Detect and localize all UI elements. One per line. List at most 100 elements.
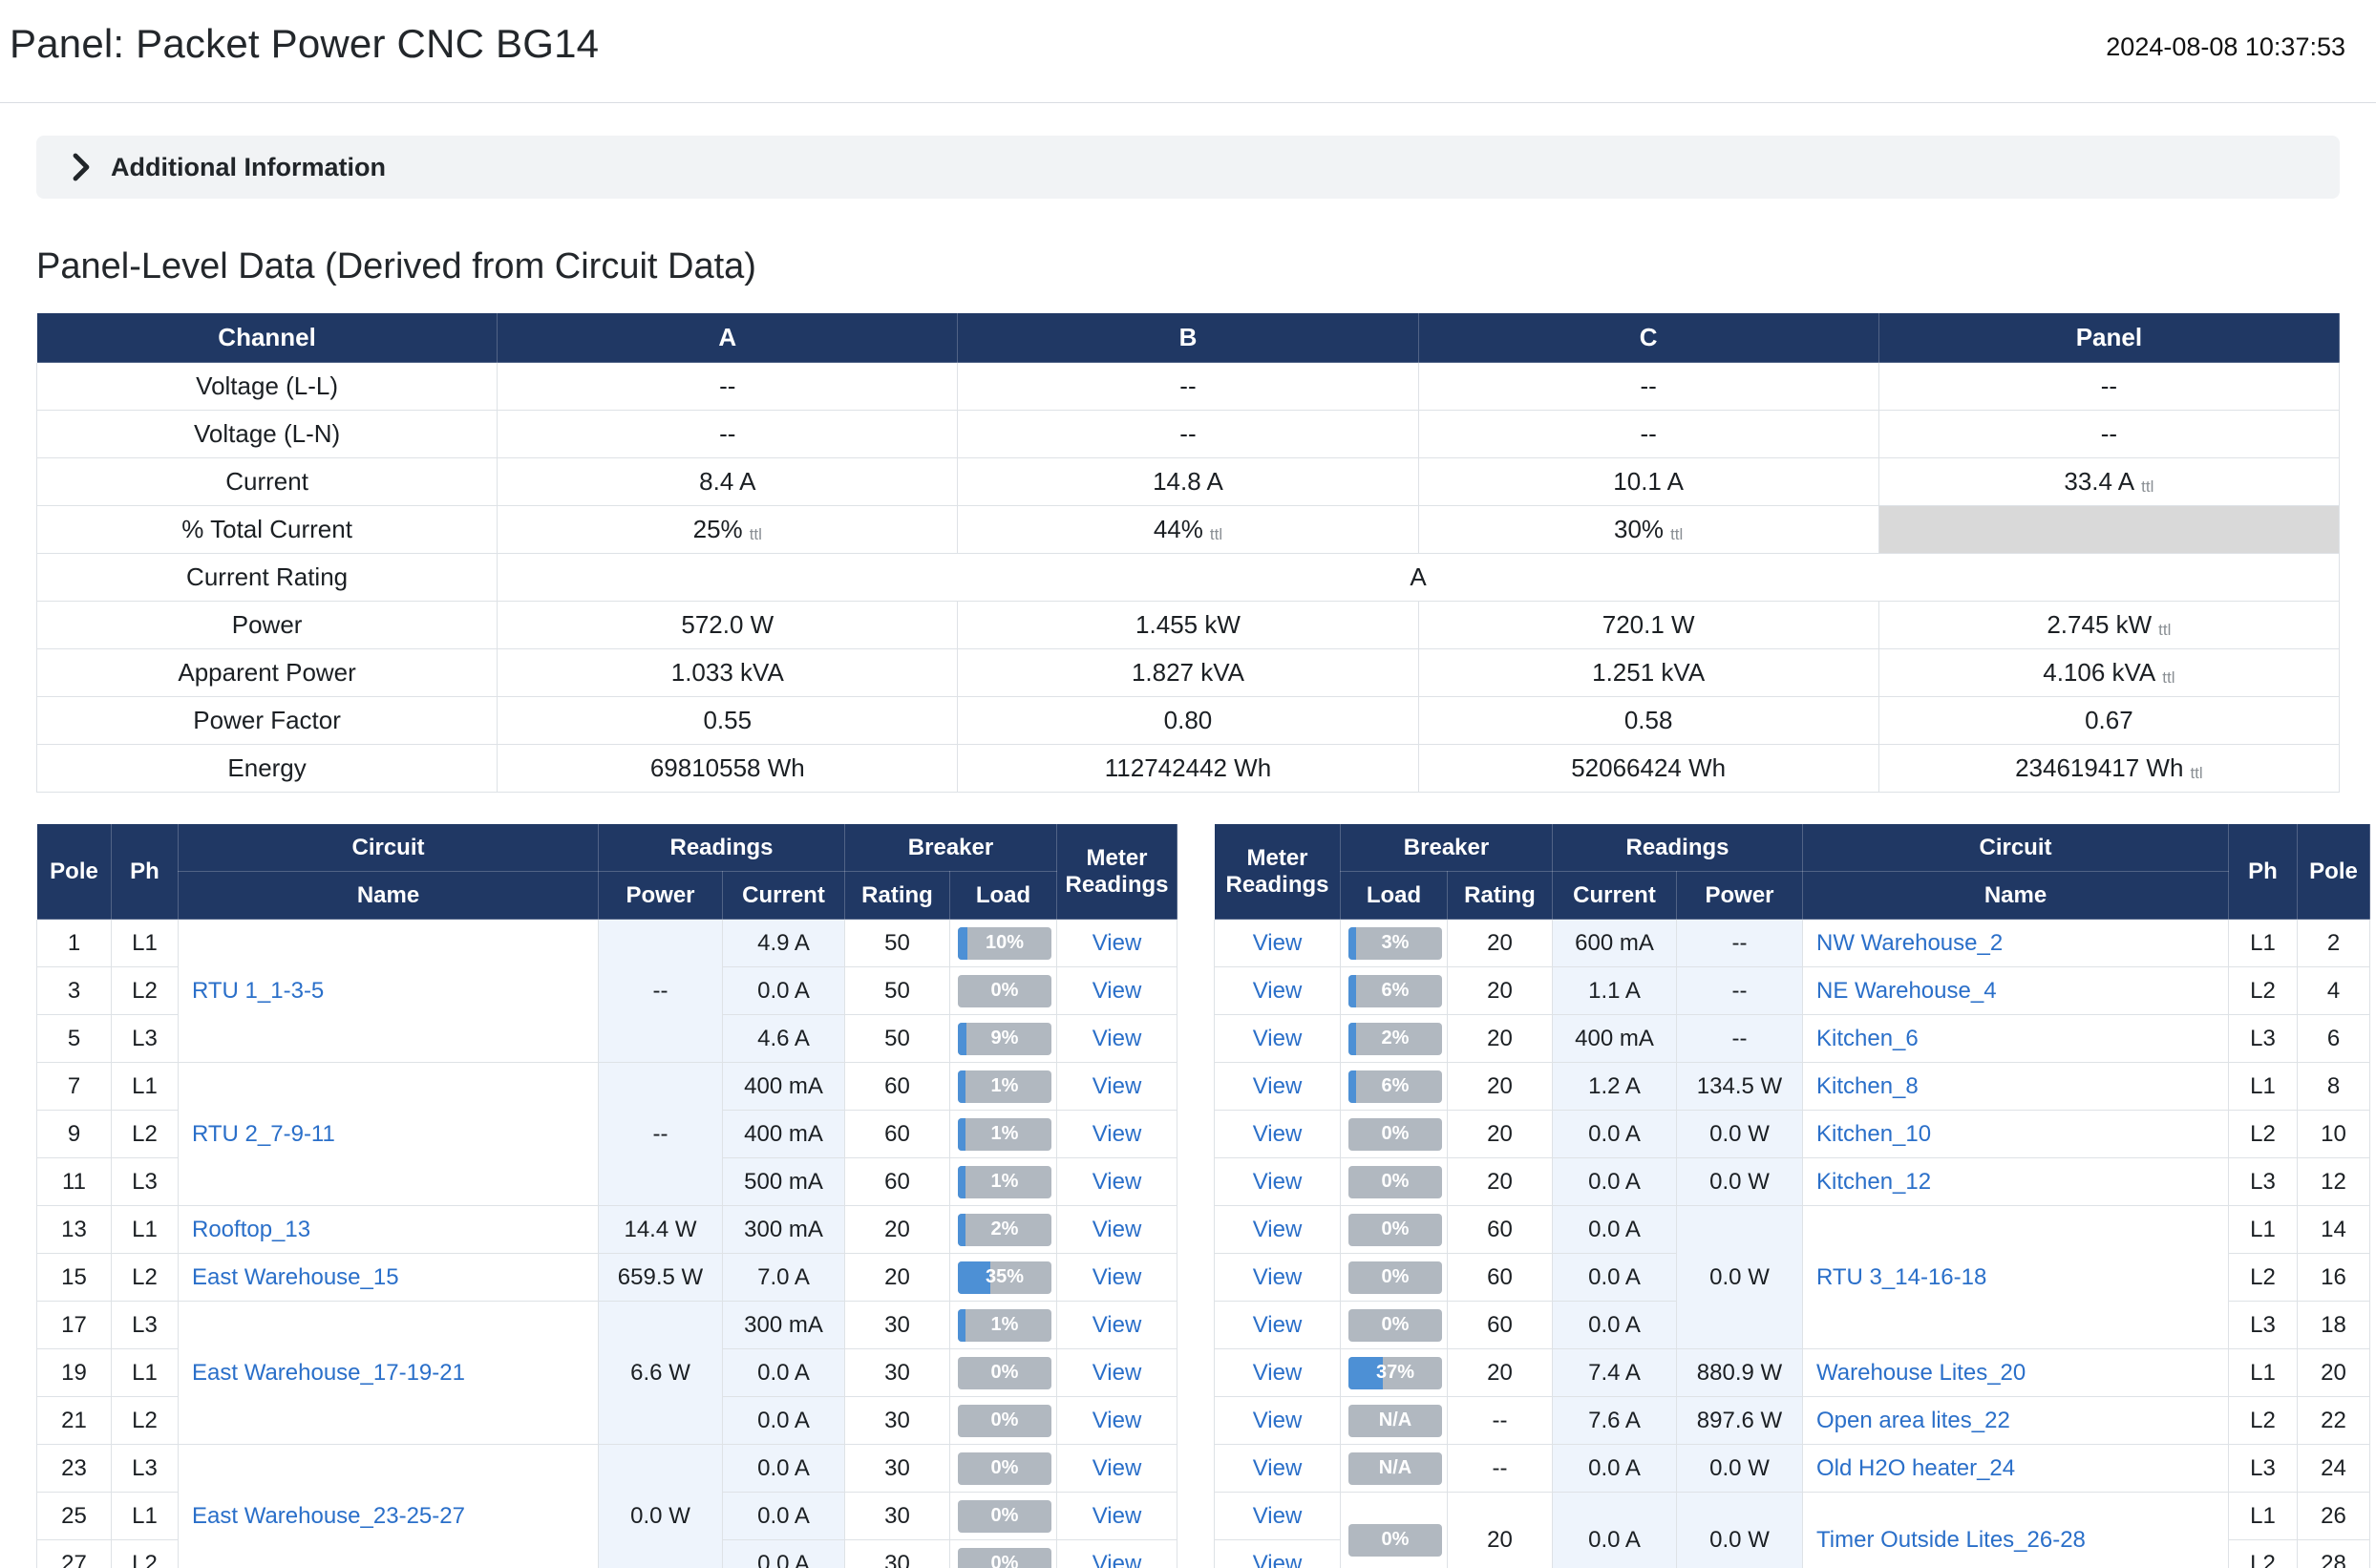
view-link[interactable]: View — [1253, 1026, 1303, 1051]
panel-level-table: ChannelABCPanel Voltage (L-L)--------Vol… — [36, 312, 2340, 793]
circuit-link[interactable]: East Warehouse_17-19-21 — [192, 1360, 465, 1386]
circuit-link[interactable]: Kitchen_12 — [1816, 1169, 1931, 1195]
view-link[interactable]: View — [1253, 930, 1303, 956]
right-circuit-rating-cell: 20 — [1448, 1015, 1553, 1063]
view-link[interactable]: View — [1093, 1408, 1142, 1433]
view-link[interactable]: View — [1093, 1073, 1142, 1099]
right-circuit-name-cell: Warehouse Lites_20 — [1803, 1349, 2229, 1397]
circuit-link[interactable]: East Warehouse_23-25-27 — [192, 1503, 465, 1529]
right-circuit-pole-cell: 6 — [2298, 1015, 2370, 1063]
right-circuit-row: View0%200.0 A0.0 WTimer Outside Lites_26… — [1215, 1493, 2370, 1540]
right-circuit-name-cell: Kitchen_10 — [1803, 1111, 2229, 1158]
left-circuit-rating-cell: 50 — [845, 967, 950, 1015]
panel-a-cell: 25%ttl — [498, 506, 958, 554]
circuit-link[interactable]: RTU 2_7-9-11 — [192, 1121, 335, 1147]
view-link[interactable]: View — [1253, 1312, 1303, 1338]
ttl-suffix: ttl — [2141, 477, 2153, 496]
left-circuit-load-cell: 0% — [950, 1397, 1057, 1445]
load-bar-label: N/A — [1348, 1452, 1442, 1485]
view-link[interactable]: View — [1093, 1312, 1142, 1338]
load-bar-label: 2% — [1348, 1023, 1442, 1055]
left-circuit-name-cell: East Warehouse_17-19-21 — [179, 1302, 599, 1445]
right-circuit-power-cell: -- — [1677, 1015, 1803, 1063]
load-bar-label: 0% — [958, 1548, 1051, 1568]
left-circuit-current-cell: 400 mA — [723, 1063, 845, 1111]
circuit-link[interactable]: Old H2O heater_24 — [1816, 1455, 2015, 1481]
circuit-link[interactable]: Timer Outside Lites_26-28 — [1816, 1527, 2086, 1553]
right-circuit-ph-cell: L1 — [2229, 1349, 2298, 1397]
view-link[interactable]: View — [1253, 1360, 1303, 1386]
load-bar: N/A — [1348, 1452, 1442, 1485]
left-circuit-rating-cell: 30 — [845, 1397, 950, 1445]
view-link[interactable]: View — [1253, 1073, 1303, 1099]
view-link[interactable]: View — [1093, 1503, 1142, 1529]
left-circuit-power-cell: 14.4 W — [599, 1206, 723, 1254]
view-link[interactable]: View — [1093, 930, 1142, 956]
load-bar: 1% — [958, 1070, 1051, 1103]
view-link[interactable]: View — [1253, 1169, 1303, 1195]
circuit-link[interactable]: Warehouse Lites_20 — [1816, 1360, 2026, 1386]
right-circuit-load-cell: 6% — [1341, 967, 1448, 1015]
additional-info-toggle[interactable]: Additional Information — [36, 136, 2340, 199]
view-link[interactable]: View — [1093, 1217, 1142, 1242]
panel-panel-cell: 0.67 — [1878, 697, 2339, 745]
right-circuit-meter-readings-cell: View — [1215, 1397, 1341, 1445]
right-circuit-table: Meter ReadingsBreakerReadingsCircuitPhPo… — [1214, 823, 2370, 1568]
panel-row: Power Factor0.550.800.580.67 — [37, 697, 2340, 745]
right-circuit-current-cell: 0.0 A — [1553, 1158, 1677, 1206]
left-circuit-ph-cell: L1 — [112, 1063, 179, 1111]
view-link[interactable]: View — [1093, 978, 1142, 1004]
panel-channel-cell: Energy — [37, 745, 498, 793]
left-circuit-name-cell: East Warehouse_23-25-27 — [179, 1445, 599, 1568]
left-circuit-meter-readings-cell: View — [1057, 1445, 1177, 1493]
right-circuit-current-cell: 7.6 A — [1553, 1397, 1677, 1445]
view-link[interactable]: View — [1253, 1121, 1303, 1147]
view-link[interactable]: View — [1253, 1264, 1303, 1290]
view-link[interactable]: View — [1253, 1455, 1303, 1481]
right-circuit-power-cell: 0.0 W — [1677, 1445, 1803, 1493]
view-link[interactable]: View — [1253, 1503, 1303, 1529]
panel-header-panel: Panel — [1878, 313, 2339, 363]
load-bar-label: 0% — [958, 1405, 1051, 1437]
right-circuit-ph-cell: L3 — [2229, 1015, 2298, 1063]
right-circuit-load-cell: 0% — [1341, 1302, 1448, 1349]
view-link[interactable]: View — [1253, 1551, 1303, 1568]
circuit-link[interactable]: East Warehouse_15 — [192, 1264, 399, 1290]
left-circuit-ph-cell: L2 — [112, 967, 179, 1015]
right-circuit-header-circuit: Circuit — [1803, 824, 2229, 872]
right-circuit-ph-cell: L3 — [2229, 1302, 2298, 1349]
view-link[interactable]: View — [1253, 978, 1303, 1004]
panel-b-cell: -- — [958, 363, 1418, 411]
view-link[interactable]: View — [1093, 1455, 1142, 1481]
view-link[interactable]: View — [1093, 1026, 1142, 1051]
circuit-link[interactable]: Rooftop_13 — [192, 1217, 310, 1242]
right-circuit-pole-cell: 24 — [2298, 1445, 2370, 1493]
view-link[interactable]: View — [1253, 1408, 1303, 1433]
right-circuit-ph-cell: L2 — [2229, 1111, 2298, 1158]
left-circuit-ph-cell: L1 — [112, 1349, 179, 1397]
left-circuit-ph-cell: L2 — [112, 1540, 179, 1568]
right-circuit-ph-cell: L2 — [2229, 967, 2298, 1015]
view-link[interactable]: View — [1093, 1264, 1142, 1290]
circuit-link[interactable]: Open area lites_22 — [1816, 1408, 2010, 1433]
view-link[interactable]: View — [1093, 1121, 1142, 1147]
circuit-link[interactable]: NW Warehouse_2 — [1816, 930, 2003, 956]
left-circuit-pole-cell: 15 — [37, 1254, 112, 1302]
view-link[interactable]: View — [1093, 1169, 1142, 1195]
left-circuit-load-cell: 0% — [950, 1445, 1057, 1493]
right-circuit-name-cell: Kitchen_12 — [1803, 1158, 2229, 1206]
circuit-link[interactable]: NE Warehouse_4 — [1816, 978, 1997, 1004]
right-circuit-rating-cell: -- — [1448, 1397, 1553, 1445]
panel-header-a: A — [498, 313, 958, 363]
left-circuit-header-row: PolePhCircuitReadingsBreakerMeter Readin… — [37, 824, 1177, 872]
view-link[interactable]: View — [1253, 1217, 1303, 1242]
view-link[interactable]: View — [1093, 1360, 1142, 1386]
panel-data-heading: Panel-Level Data (Derived from Circuit D… — [36, 246, 2340, 287]
circuit-link[interactable]: RTU 3_14-16-18 — [1816, 1264, 1986, 1290]
circuit-link[interactable]: Kitchen_8 — [1816, 1073, 1919, 1099]
circuit-link[interactable]: Kitchen_6 — [1816, 1026, 1919, 1051]
circuit-link[interactable]: Kitchen_10 — [1816, 1121, 1931, 1147]
left-circuit-meter-readings-cell: View — [1057, 1540, 1177, 1568]
view-link[interactable]: View — [1093, 1551, 1142, 1568]
circuit-link[interactable]: RTU 1_1-3-5 — [192, 978, 324, 1004]
